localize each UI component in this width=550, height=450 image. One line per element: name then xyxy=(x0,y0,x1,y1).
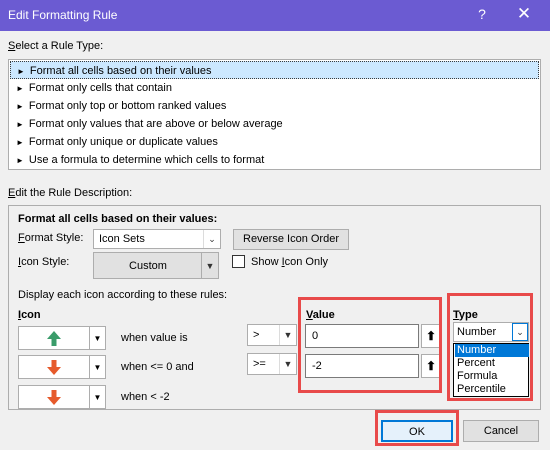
chevron-down-icon: ⌄ xyxy=(512,323,528,341)
chevron-down-icon: ▼ xyxy=(89,327,105,349)
red-down-arrow-icon xyxy=(47,360,61,375)
rule-description-panel: Format all cells based on their values: … xyxy=(8,205,541,410)
rule-type-item[interactable]: ► Format only cells that contain xyxy=(10,79,539,97)
condition-label-2: when <= 0 and xyxy=(121,361,194,373)
close-icon[interactable]: ✕ xyxy=(512,4,536,24)
chevron-down-icon: ▼ xyxy=(279,325,296,345)
operator-value-2: >= xyxy=(253,358,266,370)
rule-type-item[interactable]: ► Format only top or bottom ranked values xyxy=(10,97,539,115)
rule-type-item-label: Format all cells based on their values xyxy=(29,65,212,77)
operator-select-1[interactable]: > ▼ xyxy=(247,324,297,346)
cancel-button[interactable]: Cancel xyxy=(463,420,539,442)
type-option[interactable]: Percentile xyxy=(455,383,529,396)
rule-type-item-label: Format only values that are above or bel… xyxy=(28,118,283,130)
chevron-down-icon: ▼ xyxy=(201,253,218,278)
icon-select-3[interactable]: ▼ xyxy=(18,385,106,409)
icon-select-1[interactable]: ▼ xyxy=(18,326,106,350)
rule-type-list[interactable]: ► Format all cells based on their values ►… xyxy=(8,59,541,170)
value-highlight-box xyxy=(298,297,442,393)
help-icon[interactable]: ? xyxy=(472,6,492,22)
rule-type-item[interactable]: ► Format all cells based on their values xyxy=(10,61,539,79)
condition-label-1: when value is xyxy=(121,332,188,344)
rule-type-item-label: Format only top or bottom ranked values xyxy=(28,100,227,112)
description-heading: Format all cells based on their values: xyxy=(18,213,218,225)
type-select[interactable]: Number ⌄ xyxy=(453,322,529,342)
icon-style-select[interactable]: Custom ▼ xyxy=(93,252,219,279)
chevron-down-icon: ▼ xyxy=(279,354,296,374)
arrow-bullet-icon: ► xyxy=(16,102,24,111)
chevron-down-icon: ⌄ xyxy=(203,230,220,248)
arrow-bullet-icon: ► xyxy=(16,84,24,93)
arrow-bullet-icon: ► xyxy=(17,67,25,76)
rule-type-item[interactable]: ► Use a formula to determine which cells … xyxy=(10,151,539,169)
type-dropdown-list[interactable]: Number Percent Formula Percentile xyxy=(453,343,529,397)
rule-type-label-rest: elect a Rule Type: xyxy=(15,40,104,52)
operator-select-2[interactable]: >= ▼ xyxy=(247,353,297,375)
title-bar: Edit Formatting Rule ? ✕ xyxy=(0,0,550,31)
icon-style-label: Icon Style: xyxy=(18,256,70,268)
rule-type-label: Select a Rule Type: xyxy=(8,40,104,52)
rule-type-item-label: Use a formula to determine which cells t… xyxy=(28,154,265,166)
format-style-label: Format Style: xyxy=(18,232,84,244)
ok-button[interactable]: OK xyxy=(381,420,453,442)
chevron-down-icon: ▼ xyxy=(89,386,105,408)
operator-value-1: > xyxy=(253,329,260,341)
rule-type-item-label: Format only cells that contain xyxy=(28,82,172,94)
arrow-bullet-icon: ► xyxy=(16,120,24,129)
chevron-down-icon: ▼ xyxy=(89,356,105,378)
display-rules-label: Display each icon according to these rul… xyxy=(18,289,228,301)
rule-type-item[interactable]: ► Format only unique or duplicate values xyxy=(10,133,539,151)
condition-label-3: when < -2 xyxy=(121,391,170,403)
arrow-bullet-icon: ► xyxy=(16,156,24,165)
type-option[interactable]: Percent xyxy=(455,357,529,370)
arrow-bullet-icon: ► xyxy=(16,138,24,147)
format-style-value: Icon Sets xyxy=(99,233,145,245)
type-option[interactable]: Number xyxy=(455,344,529,357)
rule-description-label: Edit the Rule Description: xyxy=(8,187,133,199)
icon-column-header: Icon xyxy=(18,309,41,321)
dialog-title: Edit Formatting Rule xyxy=(8,8,118,22)
rule-type-item[interactable]: ► Format only values that are above or be… xyxy=(10,115,539,133)
green-up-arrow-icon xyxy=(47,331,61,346)
format-style-select[interactable]: Icon Sets ⌄ xyxy=(93,229,221,249)
icon-select-2[interactable]: ▼ xyxy=(18,355,106,379)
icon-style-value: Custom xyxy=(129,260,167,272)
reverse-icon-order-button[interactable]: Reverse Icon Order xyxy=(233,229,349,250)
type-option[interactable]: Formula xyxy=(455,370,529,383)
type-value: Number xyxy=(457,326,497,338)
show-icon-only-label: Show Icon Only xyxy=(251,256,329,268)
rule-type-item-label: Format only unique or duplicate values xyxy=(28,136,218,148)
show-icon-only-checkbox[interactable] xyxy=(232,255,245,268)
red-down-arrow-icon xyxy=(47,390,61,405)
